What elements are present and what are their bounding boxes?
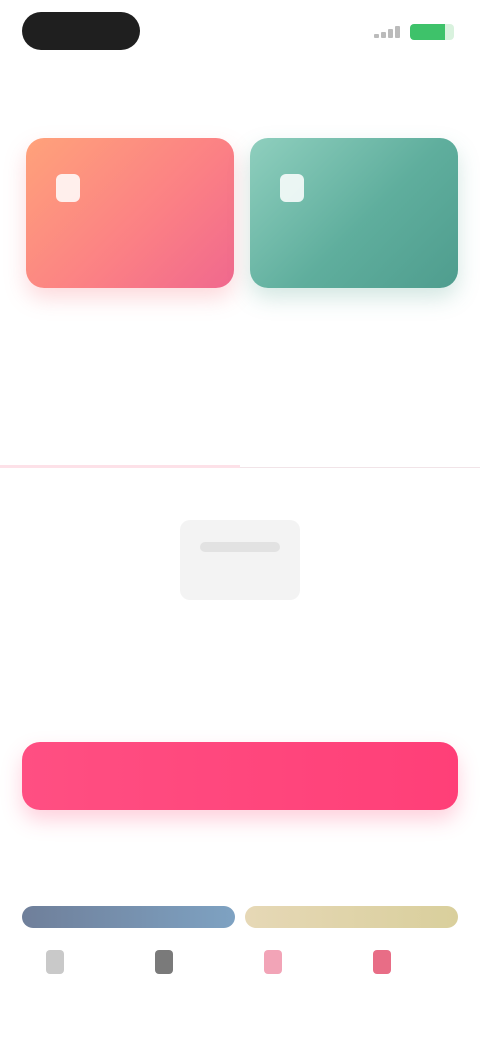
stats-row [26,312,458,372]
section-header [22,862,458,892]
list-item[interactable] [22,940,131,1020]
dynamic-island [22,12,140,50]
section-bars [22,906,458,928]
marker-icon [155,950,173,974]
empty-state [0,500,480,740]
status-bar [0,0,480,60]
marker-icon [373,950,391,974]
stat-right [250,312,458,372]
bar-blue [22,906,235,928]
status-indicators [374,24,454,40]
cards-row [26,138,458,288]
list-item[interactable] [349,940,458,1020]
card-teal[interactable] [250,138,458,288]
signal-icon [374,26,402,38]
primary-button[interactable] [22,742,458,810]
bar-sand [245,906,458,928]
card-icon [56,174,80,202]
empty-illustration [180,520,300,600]
tabs [0,418,480,468]
marker-icon [46,950,64,974]
battery-icon [410,24,454,40]
list-item[interactable] [240,940,349,1020]
section-items [22,940,458,1020]
marker-icon [264,950,282,974]
list-item[interactable] [131,940,240,1020]
tab-underline [0,465,240,468]
header [26,64,456,104]
stat-left [26,312,234,372]
card-coral[interactable] [26,138,234,288]
card-icon [280,174,304,202]
